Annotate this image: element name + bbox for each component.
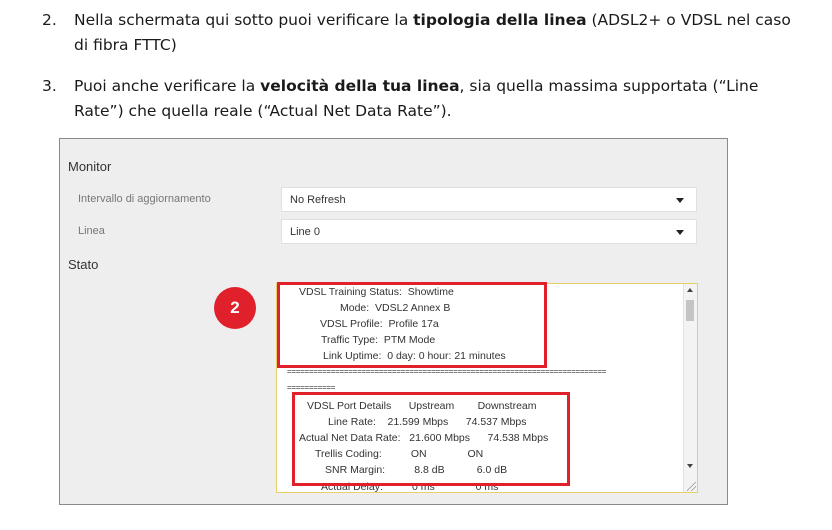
router-screenshot: Monitor Intervallo di aggiornamento No R… [59, 138, 728, 505]
refresh-select[interactable]: No Refresh [281, 187, 697, 212]
step-text-pre: Puoi anche verificare la [74, 77, 261, 95]
scroll-up-icon[interactable] [687, 288, 693, 292]
step-text-pre: Nella schermata qui sotto puoi verificar… [74, 11, 414, 29]
status-scrollbar[interactable] [683, 284, 697, 492]
step-text-bold: tipologia della linea [413, 11, 587, 29]
status-separator: ========================================… [287, 367, 607, 376]
chevron-down-icon [676, 230, 684, 235]
step-text: Nella schermata qui sotto puoi verificar… [74, 8, 809, 58]
step-number: 3. [42, 77, 57, 95]
line-select[interactable]: Line 0 [281, 219, 697, 244]
monitor-title: Monitor [68, 159, 112, 174]
stato-title: Stato [68, 257, 99, 272]
chevron-down-icon [676, 198, 684, 203]
scroll-thumb[interactable] [686, 300, 694, 321]
status-separator: =========== [287, 383, 336, 392]
step-badge: 2 [214, 287, 256, 329]
line-label: Linea [78, 225, 105, 237]
highlight-line-speed [292, 392, 570, 486]
highlight-line-type [277, 282, 547, 368]
line-select-value: Line 0 [290, 226, 320, 238]
scroll-down-icon[interactable] [687, 464, 693, 468]
step-text: Puoi anche verificare la velocità della … [74, 74, 809, 124]
refresh-select-value: No Refresh [290, 194, 346, 206]
resize-grip-icon[interactable] [687, 482, 696, 491]
step-text-bold: velocità della tua linea [260, 77, 460, 95]
refresh-label: Intervallo di aggiornamento [78, 193, 211, 205]
step-number: 2. [42, 11, 57, 29]
